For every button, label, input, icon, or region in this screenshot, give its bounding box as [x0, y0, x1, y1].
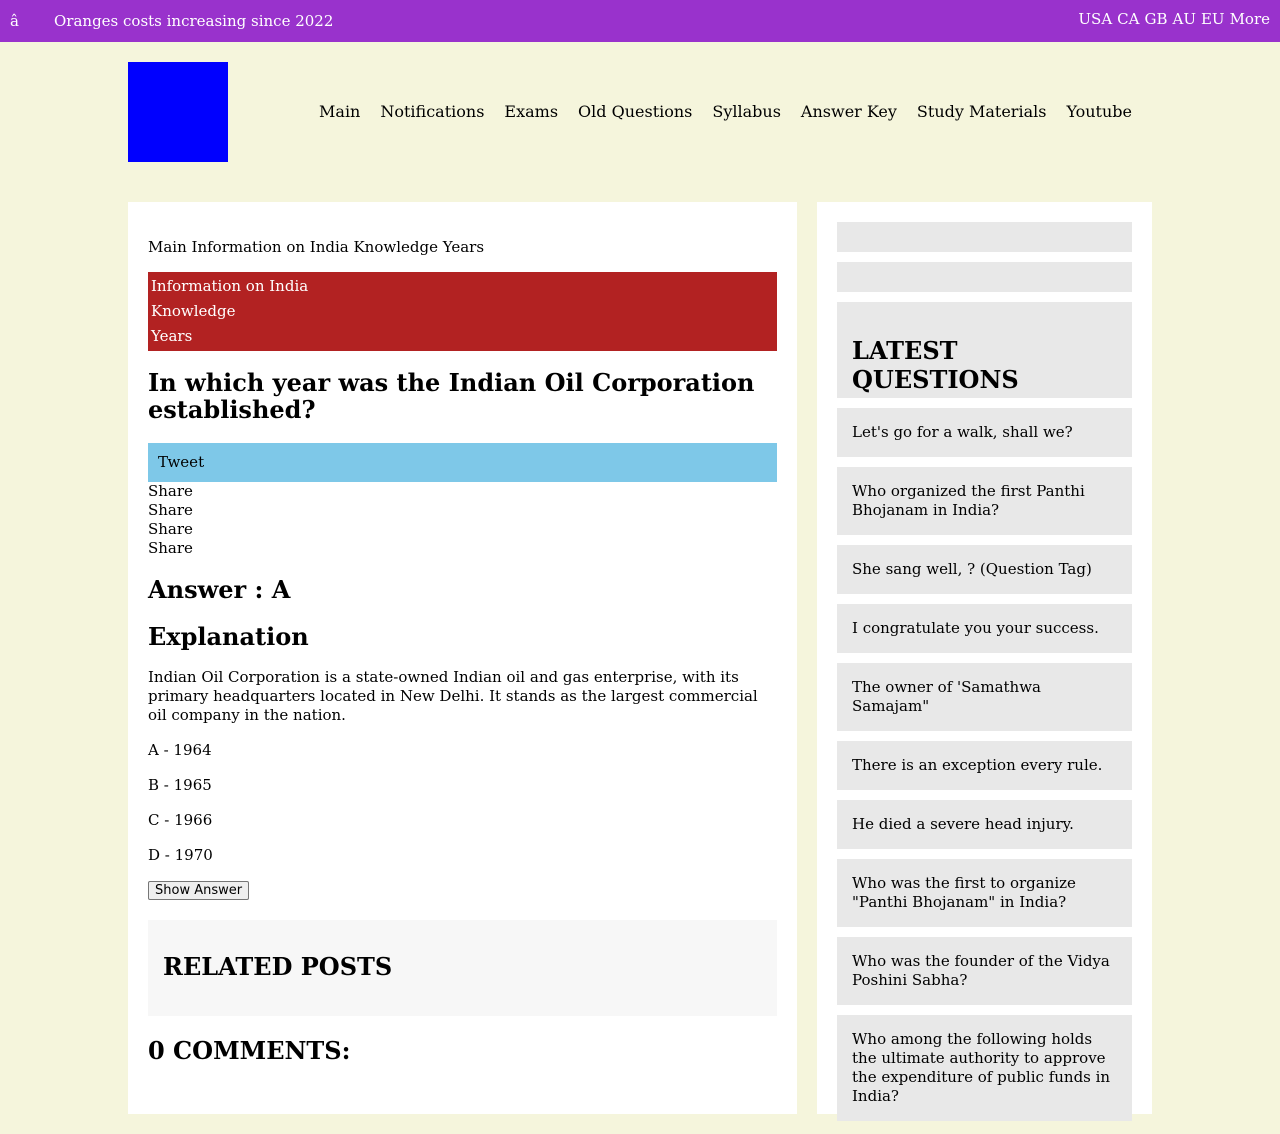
show-answer-button[interactable]: Show Answer [148, 881, 250, 900]
latest-question-item[interactable]: Who organized the first Panthi Bhojanam … [837, 467, 1132, 535]
latest-questions-header: LATEST QUESTIONS [837, 302, 1132, 398]
region-link-gb[interactable]: GB [1144, 10, 1167, 28]
question-title: In which year was the Indian Oil Corpora… [148, 368, 755, 424]
share-link[interactable]: Share [148, 501, 777, 520]
share-links: Share Share Share Share [148, 482, 777, 558]
latest-question-item[interactable]: She sang well, ? (Question Tag) [837, 545, 1132, 594]
nav-item-old-questions[interactable]: Old Questions [578, 102, 692, 121]
latest-question-item[interactable]: He died a severe head injury. [837, 800, 1132, 849]
region-links: USA CA GB AU EU More [1078, 10, 1270, 28]
related-posts-section: RELATED POSTS [148, 920, 777, 1016]
answer-option-b: B - 1965 [148, 776, 212, 794]
latest-question-item[interactable]: Who was the first to organize "Panthi Bh… [837, 859, 1132, 927]
region-link-eu[interactable]: EU [1201, 10, 1225, 28]
label-years[interactable]: Years [151, 324, 774, 349]
related-posts-heading: RELATED POSTS [163, 952, 393, 981]
region-link-usa[interactable]: USA [1078, 10, 1112, 28]
latest-question-item[interactable]: There is an exception every rule. [837, 741, 1132, 790]
nav-item-youtube[interactable]: Youtube [1066, 102, 1132, 121]
region-link-ca[interactable]: CA [1117, 10, 1139, 28]
latest-question-item[interactable]: Who among the following holds the ultima… [837, 1015, 1132, 1121]
post-content: Main Information on India Knowledge Year… [128, 202, 797, 1114]
sidebar-widget-empty [837, 262, 1132, 292]
answer-option-d: D - 1970 [148, 846, 213, 864]
site-logo[interactable] [128, 62, 228, 162]
nav-item-syllabus[interactable]: Syllabus [712, 102, 781, 121]
share-link[interactable]: Share [148, 539, 777, 558]
nav-item-notifications[interactable]: Notifications [380, 102, 484, 121]
top-bar-glyph: â [10, 12, 19, 30]
comments-heading: 0 COMMENTS: [148, 1036, 351, 1065]
explanation-text: Indian Oil Corporation is a state-owned … [148, 668, 758, 724]
answer-option-a: A - 1964 [148, 741, 212, 759]
latest-question-item[interactable]: Who was the founder of the Vidya Poshini… [837, 937, 1132, 1005]
news-ticker[interactable]: Oranges costs increasing since 2022 [54, 12, 333, 30]
top-bar: â Oranges costs increasing since 2022 US… [0, 0, 1280, 42]
nav-item-exams[interactable]: Exams [504, 102, 558, 121]
sidebar: LATEST QUESTIONS Let's go for a walk, sh… [817, 202, 1152, 1121]
latest-question-item[interactable]: I congratulate you your success. [837, 604, 1132, 653]
nav-item-study-materials[interactable]: Study Materials [917, 102, 1047, 121]
latest-question-item[interactable]: The owner of 'Samathwa Samajam" [837, 663, 1132, 731]
sidebar-widget-empty [837, 222, 1132, 252]
share-link[interactable]: Share [148, 482, 777, 501]
answer-heading: Answer : A [148, 575, 291, 604]
breadcrumb: Main Information on India Knowledge Year… [148, 238, 485, 256]
label-knowledge[interactable]: Knowledge [151, 299, 774, 324]
tweet-button[interactable]: Tweet [148, 443, 777, 482]
main-nav: Main Notifications Exams Old Questions S… [319, 102, 1132, 121]
region-link-au[interactable]: AU [1172, 10, 1195, 28]
explanation-heading: Explanation [148, 622, 309, 651]
answer-option-c: C - 1966 [148, 811, 213, 829]
post-labels: Information on India Knowledge Years [148, 272, 777, 351]
latest-question-item[interactable]: Let's go for a walk, shall we? [837, 408, 1132, 457]
region-link-more[interactable]: More [1230, 10, 1270, 28]
nav-item-answer-key[interactable]: Answer Key [801, 102, 897, 121]
share-link[interactable]: Share [148, 520, 777, 539]
label-information-on-india[interactable]: Information on India [151, 274, 774, 299]
latest-questions-heading: LATEST QUESTIONS [852, 336, 1019, 394]
nav-item-main[interactable]: Main [319, 102, 360, 121]
